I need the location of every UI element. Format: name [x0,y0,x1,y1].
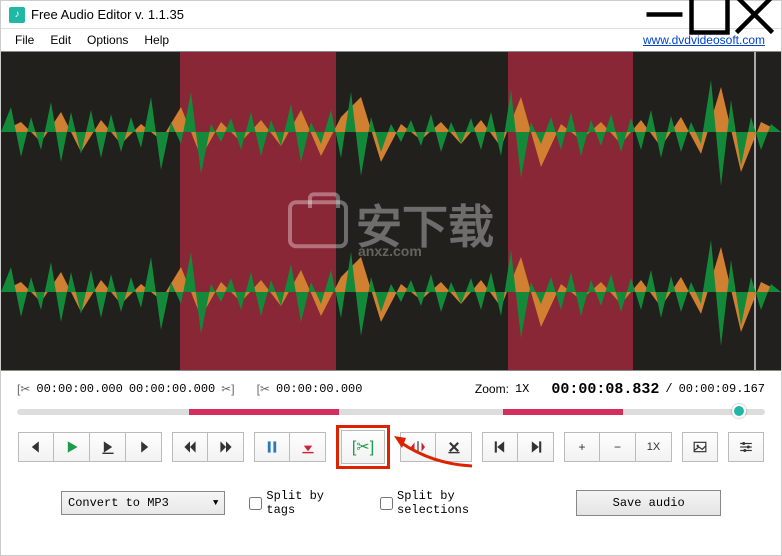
image-view-button[interactable] [682,432,718,462]
zoom-reset-button[interactable]: 1X [636,432,672,462]
total-time: 00:00:09.167 [679,382,765,396]
scissors-left-icon: [✂ [17,382,30,396]
maximize-button[interactable] [687,1,732,29]
current-time: 00:00:08.832 [551,381,659,398]
rewind-button[interactable] [172,432,208,462]
split-by-tags-input[interactable] [249,497,262,510]
play-selection-button[interactable] [90,432,126,462]
menu-edit[interactable]: Edit [42,31,79,49]
waveform-channel-left [1,62,781,202]
fast-forward-button[interactable] [208,432,244,462]
delete-selection-button[interactable] [436,432,472,462]
go-to-start-button[interactable] [482,432,518,462]
time-info-row: [✂ 00:00:00.000 00:00:00.000 ✂] [✂ 00:00… [1,371,781,403]
save-audio-button[interactable]: Save audio [576,490,721,516]
export-row: Convert to MP3 ▼ Split by tags Split by … [1,479,781,531]
cut-button[interactable]: [✂] [341,430,385,464]
skip-back-button[interactable] [18,432,54,462]
waveform-display[interactable]: 安下载 anxz.com [1,51,781,371]
window-title: Free Audio Editor v. 1.1.35 [31,7,642,22]
split-by-tags-label: Split by tags [266,489,356,517]
marker-down-button[interactable] [290,432,326,462]
cursor-time: 00:00:00.000 [276,382,362,396]
scissors-cursor-icon: [✂ [257,382,270,396]
split-by-selections-input[interactable] [380,497,393,510]
slider-selection-1 [189,409,339,415]
selection-start-time: 00:00:00.000 [36,382,122,396]
skip-forward-button[interactable] [126,432,162,462]
zoom-in-button[interactable]: + [564,432,600,462]
minimize-button[interactable] [642,1,687,29]
menu-file[interactable]: File [7,31,42,49]
slider-thumb[interactable] [732,404,746,418]
website-link[interactable]: www.dvdvideosoft.com [643,33,765,47]
transport-toolbar: [✂] + − 1X [1,421,781,479]
zoom-label: Zoom: [475,382,509,396]
split-by-selections-label: Split by selections [397,489,528,517]
selection-end-time: 00:00:00.000 [129,382,215,396]
go-to-end-button[interactable] [518,432,554,462]
format-combo-value: Convert to MP3 [68,496,169,510]
titlebar: ♪ Free Audio Editor v. 1.1.35 [1,1,781,29]
menu-help[interactable]: Help [136,31,177,49]
play-button[interactable] [54,432,90,462]
timeline-slider[interactable] [1,403,781,421]
zoom-out-button[interactable]: − [600,432,636,462]
split-by-tags-checkbox[interactable]: Split by tags [249,489,356,517]
menubar: File Edit Options Help www.dvdvideosoft.… [1,29,781,51]
close-button[interactable] [732,1,777,29]
waveform-channel-right [1,222,781,362]
format-combo[interactable]: Convert to MP3 ▼ [61,491,225,515]
scissors-right-icon: ✂] [221,382,234,396]
chevron-down-icon: ▼ [213,498,218,508]
cut-button-highlight: [✂] [336,425,390,469]
split-at-marker-button[interactable] [400,432,436,462]
zoom-value: 1X [515,382,529,396]
menu-options[interactable]: Options [79,31,136,49]
settings-button[interactable] [728,432,764,462]
split-by-selections-checkbox[interactable]: Split by selections [380,489,528,517]
slider-selection-2 [503,409,623,415]
app-icon: ♪ [9,7,25,23]
time-separator: / [665,382,672,396]
pause-marker-button[interactable] [254,432,290,462]
